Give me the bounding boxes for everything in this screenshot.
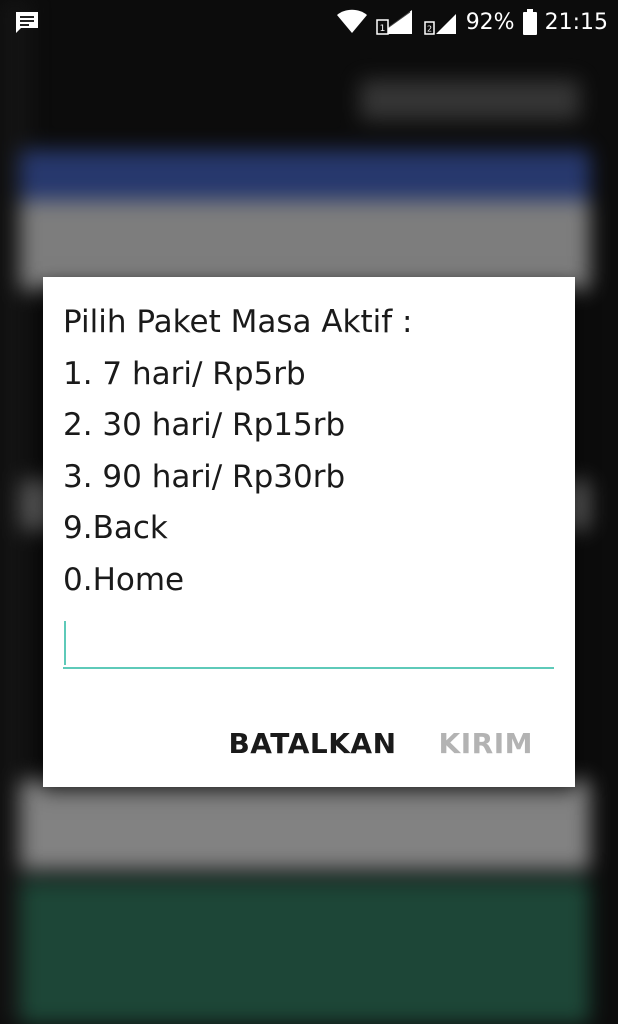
sim1-signal-icon: 1 — [375, 8, 416, 36]
background-header — [20, 150, 590, 200]
menu-option-home: 0.Home — [63, 561, 185, 598]
ussd-dialog: Pilih Paket Masa Aktif : 1. 7 hari/ Rp5r… — [43, 277, 575, 787]
message-icon — [14, 10, 40, 34]
phone-screen: 1 2 92% 21:15 Pilih Paket Masa Aktif: 1… — [0, 0, 618, 1024]
text-cursor — [64, 621, 66, 665]
menu-option-3: 3. 90 hari/ Rp30rb — [63, 458, 346, 495]
message-title: Pilih Paket Masa Aktif : — [63, 304, 413, 340]
sim2-signal-icon: 2 — [423, 8, 458, 36]
reply-input[interactable] — [63, 617, 554, 669]
dialog-message: Pilih Paket Masa Aktif : 1. 7 hari/ Rp5r… — [63, 297, 557, 606]
status-bar: 1 2 92% 21:15 — [0, 0, 618, 44]
send-button[interactable]: KIRIM — [439, 727, 533, 760]
sim2-label: 2 — [427, 25, 432, 34]
menu-option-back: 9.Back — [63, 510, 168, 546]
sim1-label: 1 — [379, 24, 385, 34]
wifi-icon — [336, 9, 368, 35]
clock: 21:15 — [544, 9, 608, 35]
battery-icon — [522, 9, 537, 35]
menu-option-2: 2. 30 hari/ Rp15rb — [63, 407, 346, 443]
background-topbar — [360, 80, 580, 120]
dialog-actions: BATALKAN KIRIM — [228, 727, 533, 760]
background-footer — [20, 880, 590, 1024]
background-card — [20, 780, 590, 870]
battery-percent: 92% — [465, 9, 515, 35]
cancel-button[interactable]: BATALKAN — [228, 727, 396, 760]
menu-option-1: 1. 7 hari/ Rp5rb — [63, 355, 306, 392]
